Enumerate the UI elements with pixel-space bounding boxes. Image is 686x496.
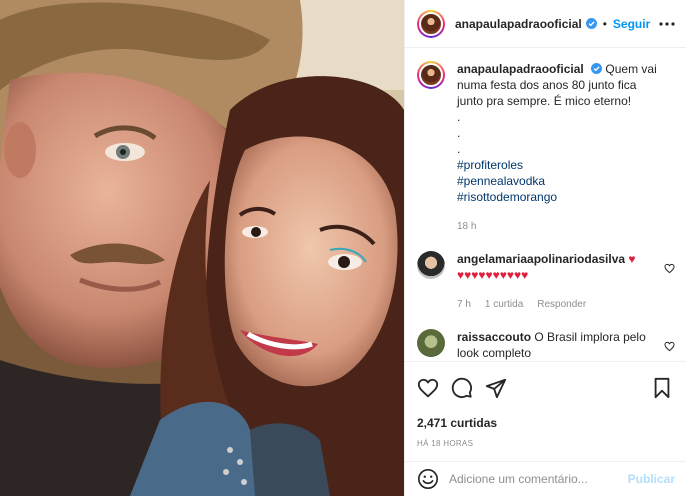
caption-age: 18 h: [457, 221, 477, 232]
comment-likes[interactable]: 1 curtida: [485, 297, 523, 313]
caption: anapaulapadraooficial Quem vai numa fest…: [417, 61, 675, 235]
author-avatar[interactable]: [417, 9, 445, 38]
save-icon[interactable]: [651, 377, 673, 399]
emoji-icon[interactable]: [417, 468, 439, 490]
comment-icon[interactable]: [451, 377, 473, 399]
post-details-panel: anapaulapadraooficial • Seguir anapaulap…: [404, 0, 686, 496]
comment-item: raissaccouto O Brasil implora pelo look …: [417, 329, 675, 361]
share-icon[interactable]: [485, 377, 507, 399]
caption-author[interactable]: anapaulapadraooficial: [457, 62, 584, 76]
commenter-username[interactable]: raissaccouto: [457, 330, 531, 344]
photo-illustration: [0, 0, 404, 496]
action-icons: [417, 376, 675, 400]
author-username[interactable]: anapaulapadraooficial: [455, 17, 582, 31]
comment-age: 7 h: [457, 299, 471, 310]
verified-icon: [591, 63, 603, 74]
likes-count[interactable]: 2,471 curtidas: [417, 416, 675, 430]
caption-meta: 18 h: [457, 219, 665, 235]
hashtag-link[interactable]: #risottodemorango: [457, 189, 665, 205]
hashtag-link[interactable]: #pennealavodka: [457, 173, 665, 189]
hashtag-link[interactable]: #profiteroles: [457, 157, 665, 173]
post-photo[interactable]: [0, 0, 404, 496]
post-header: anapaulapadraooficial • Seguir: [405, 0, 686, 48]
caption-line: .: [457, 126, 461, 140]
post-timestamp[interactable]: HÁ 18 HORAS: [417, 439, 675, 448]
comment-composer: Publicar: [405, 461, 686, 496]
caption-text-block: anapaulapadraooficial Quem vai numa fest…: [457, 61, 665, 235]
follow-button[interactable]: Seguir: [613, 17, 650, 31]
small-heart-icon[interactable]: [664, 263, 675, 274]
caption-author-avatar[interactable]: [417, 61, 445, 89]
publish-button[interactable]: Publicar: [628, 472, 675, 486]
verified-icon: [585, 18, 597, 29]
header-separator: •: [602, 16, 607, 31]
small-heart-icon[interactable]: [664, 341, 675, 352]
commenter-avatar[interactable]: [417, 329, 445, 357]
caption-line: .: [457, 110, 461, 124]
comment-item: angelamariaapolinariodasilva ♥ ♥♥♥♥♥♥♥♥♥…: [417, 251, 675, 313]
comment-text-block: raissaccouto O Brasil implora pelo look …: [457, 329, 665, 361]
comment-input[interactable]: [449, 472, 628, 486]
comment-text-block: angelamariaapolinariodasilva ♥ ♥♥♥♥♥♥♥♥♥…: [457, 251, 665, 313]
caption-line: .: [457, 142, 461, 156]
post-actions: 2,471 curtidas HÁ 18 HORAS: [405, 361, 686, 461]
commenter-username[interactable]: angelamariaapolinariodasilva: [457, 252, 625, 266]
commenter-avatar[interactable]: [417, 251, 445, 279]
like-icon[interactable]: [417, 377, 439, 399]
comments-section[interactable]: anapaulapadraooficial Quem vai numa fest…: [405, 49, 686, 361]
more-options-icon[interactable]: [659, 17, 675, 31]
reply-button[interactable]: Responder: [537, 297, 586, 313]
comment-meta: 7 h 1 curtida Responder: [457, 297, 665, 313]
